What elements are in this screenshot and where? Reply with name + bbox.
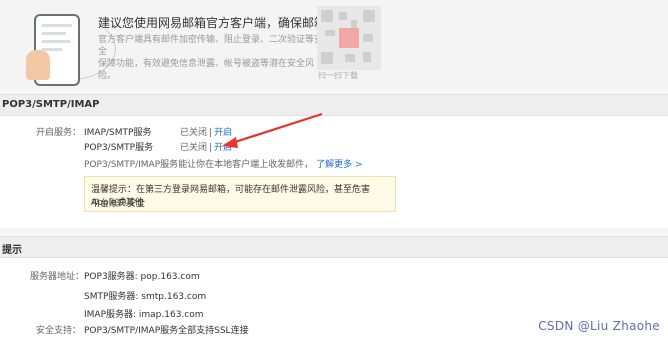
- imap-smtp-service-status: 已关闭 | 开启: [180, 128, 233, 138]
- service-info-text: POP3/SMTP/IMAP服务能让你在本地客户端上收发邮件，: [84, 160, 314, 170]
- mail-settings-page: 建议您使用网易邮箱官方客户端，确保邮箱安全 官方客户端具有邮件加密传输、阻止登录…: [0, 0, 668, 341]
- imap-smtp-status-text: 已关闭: [180, 128, 208, 138]
- imap-smtp-service-name: IMAP/SMTP服务: [84, 128, 152, 138]
- promo-title: 建议您使用网易邮箱官方客户端，确保邮箱安全: [98, 16, 351, 30]
- watermark: CSDN @Liu Zhaohe: [538, 319, 660, 333]
- qr-caption: 扫一扫下载: [318, 71, 358, 80]
- pop3-smtp-status-text: 已关闭: [180, 143, 208, 153]
- security-support-label: 安全支持：: [36, 326, 82, 336]
- tips-header: 提示: [0, 236, 668, 258]
- pop3-smtp-service-status: 已关闭 | 开启: [180, 143, 233, 153]
- ssl-support-text: POP3/SMTP/IMAP服务全部支持SSL连接: [84, 326, 249, 336]
- security-tip-line-2: 平台账户安全: [91, 199, 146, 209]
- promo-desc-line-1: 官方客户端具有邮件加密传输、阻止登录、二次验证等安全: [98, 35, 324, 57]
- promo-description: 官方客户端具有邮件加密传输、阻止登录、二次验证等安全 保障功能，有效避免信息泄露…: [98, 34, 328, 82]
- security-tip-box: 温馨提示：在第三方登录网易邮箱，可能存在邮件泄露风险，甚至危害Apple或其他 …: [84, 176, 396, 212]
- smtp-server: SMTP服务器: smtp.163.com: [84, 292, 207, 302]
- pop-smtp-imap-header: POP3/SMTP/IMAP: [0, 94, 668, 116]
- pop3-smtp-enable-link[interactable]: 开启: [214, 143, 232, 153]
- section-title: POP3/SMTP/IMAP: [2, 99, 100, 110]
- server-address-label: 服务器地址：: [30, 272, 85, 282]
- tips-section-title: 提示: [2, 245, 22, 256]
- phone-illustration-icon: [22, 8, 116, 86]
- client-promo-banner: 建议您使用网易邮箱官方客户端，确保邮箱安全 官方客户端具有邮件加密传输、阻止登录…: [0, 0, 668, 88]
- open-service-label: 开启服务：: [36, 128, 82, 138]
- pop3-smtp-service-name: POP3/SMTP服务: [84, 143, 154, 153]
- imap-server: IMAP服务器: imap.163.com: [84, 310, 204, 320]
- learn-more-link[interactable]: 了解更多 >: [316, 160, 362, 170]
- qr-code-icon[interactable]: [317, 6, 381, 70]
- service-info: POP3/SMTP/IMAP服务能让你在本地客户端上收发邮件， 了解更多 >: [84, 157, 363, 170]
- imap-smtp-enable-link[interactable]: 开启: [214, 128, 232, 138]
- pop3-server: POP3服务器: pop.163.com: [84, 272, 200, 282]
- promo-desc-line-2: 保障功能，有效避免信息泄露、帐号被盗等潜在安全风险。: [98, 59, 315, 81]
